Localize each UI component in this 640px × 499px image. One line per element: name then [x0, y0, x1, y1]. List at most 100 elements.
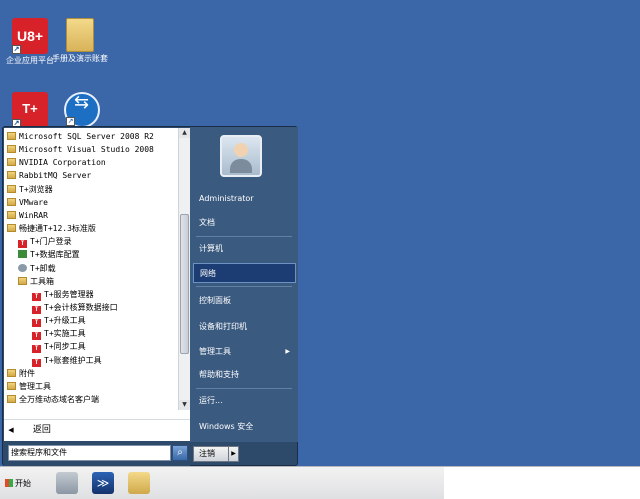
start-right-item[interactable]: 文档 [193, 213, 296, 233]
start-right-item-label: Windows 安全 [199, 422, 254, 431]
start-right-item[interactable]: 帮助和支持 [193, 365, 296, 385]
tplus-icon: T [32, 319, 41, 328]
start-label: 开始 [15, 479, 31, 488]
logoff-button[interactable]: 注销 [193, 446, 229, 462]
scroll-up-button[interactable]: ▲ [179, 128, 190, 138]
program-item[interactable]: VMware [7, 196, 48, 209]
start-button[interactable]: 开始 [2, 474, 40, 494]
programs-scrollbar[interactable]: ▲ ▼ [178, 128, 190, 410]
program-item-label: Microsoft Visual Studio 2008 [19, 145, 154, 155]
program-item[interactable]: T T+门户登录 [18, 235, 72, 249]
program-item[interactable]: Microsoft Visual Studio 2008 [7, 143, 154, 156]
folder-icon [7, 132, 16, 140]
start-right-item[interactable]: Windows 安全 [193, 417, 296, 437]
taskbar-blank-area [444, 467, 640, 499]
back-button[interactable]: ◀ 返回 [4, 419, 190, 441]
program-item-label: T+升级工具 [44, 316, 86, 326]
program-item[interactable]: T T+同步工具 [32, 340, 86, 354]
search-input[interactable]: 搜索程序和文件 [8, 445, 171, 461]
tplus-icon: T [32, 345, 41, 354]
program-item-label: T+服务管理器 [44, 289, 94, 299]
user-avatar[interactable] [220, 135, 262, 177]
scroll-down-button[interactable]: ▼ [179, 400, 190, 410]
menu-separator [196, 236, 292, 237]
windows-logo-icon [5, 479, 13, 487]
teamviewer-icon: ↗ [64, 92, 100, 128]
program-item[interactable]: T T+账套维护工具 [32, 354, 102, 367]
folder-icon [7, 224, 16, 233]
server-manager-icon[interactable] [56, 472, 78, 494]
tplus-icon: T [32, 358, 41, 367]
desktop-icon-manual[interactable]: 手册及演示账套 [50, 18, 110, 64]
program-item[interactable]: T T+实施工具 [32, 327, 86, 341]
search-icon[interactable]: ⌕ [172, 445, 188, 461]
powershell-icon[interactable]: ≫ [92, 472, 114, 494]
back-label: 返回 [32, 425, 51, 435]
program-item[interactable]: 附件 [7, 367, 35, 380]
program-item[interactable]: 工具箱 [18, 275, 54, 288]
program-item[interactable]: T T+服务管理器 [32, 288, 94, 301]
start-right-item-label: 管理工具 [199, 347, 231, 356]
start-right-item-label: 控制面板 [199, 296, 231, 305]
program-item[interactable]: T T+会计核算数据接口 [32, 301, 118, 314]
desktop-icon-tplus[interactable]: T+ ↗ [0, 92, 60, 130]
shortcut-arrow-icon: ↗ [12, 45, 21, 54]
back-arrow-icon: ◀ [8, 426, 14, 434]
folder-icon [66, 18, 94, 52]
shortcut-arrow-icon: ↗ [66, 117, 75, 126]
program-item[interactable]: Microsoft SQL Server 2008 R2 [7, 130, 154, 143]
program-item-label: T+卸载 [30, 263, 56, 273]
program-item[interactable]: T+浏览器 [7, 183, 53, 196]
submenu-arrow-icon: ▶ [285, 348, 290, 355]
desktop-icon-label: 手册及演示账套 [52, 54, 108, 63]
folder-icon [7, 368, 16, 377]
program-item-label: T+账套维护工具 [44, 355, 102, 365]
tplus-icon: T [32, 332, 41, 341]
program-item[interactable]: 全万维动态域名客户端 [7, 393, 99, 406]
program-item[interactable]: 管理工具 [7, 380, 51, 393]
tplus-icon: T [18, 240, 27, 249]
program-item-label: T+会计核算数据接口 [44, 302, 118, 312]
start-right-item-label: Administrator [199, 194, 254, 203]
start-menu-right-pane: Administrator 文档计算机网络控制面板设备和打印机管理工具 ▶ 帮助和支持… [190, 127, 298, 442]
program-item[interactable]: NVIDIA Corporation [7, 156, 106, 169]
start-right-item-label: 计算机 [199, 244, 223, 253]
folder-icon [7, 171, 16, 180]
menu-separator [196, 388, 292, 389]
start-right-item[interactable]: 控制面板 [193, 291, 296, 311]
start-right-item[interactable]: 管理工具 ▶ [193, 342, 296, 362]
start-right-item[interactable]: 网络 [193, 263, 296, 283]
start-right-item[interactable]: 计算机 [193, 239, 296, 259]
start-right-item[interactable]: 运行... [193, 391, 296, 411]
program-item[interactable]: T+卸载 [18, 262, 56, 275]
program-item-label: VMware [19, 197, 48, 207]
tplus-icon: T+ ↗ [12, 92, 48, 128]
uninstall-icon [18, 263, 27, 272]
search-area: 搜索程序和文件 ⌕ [4, 441, 190, 466]
taskbar: 开始 ≫ [0, 466, 640, 499]
program-item[interactable]: 畅捷通T+12.3标准版 [7, 222, 96, 235]
program-item[interactable]: T T+升级工具 [32, 314, 86, 328]
tplus-icon: T [32, 292, 41, 301]
menu-separator [196, 286, 292, 287]
program-item-label: T+数据库配置 [30, 250, 80, 260]
start-right-item[interactable]: Administrator [193, 189, 296, 209]
program-item-label: T+实施工具 [44, 329, 86, 339]
program-item-label: 畅捷通T+12.3标准版 [19, 224, 96, 234]
start-menu: Microsoft SQL Server 2008 R2 Microsoft Vi… [2, 126, 298, 496]
program-item-label: 工具箱 [30, 276, 54, 286]
program-item-label: T+同步工具 [44, 342, 86, 352]
desktop-icon-teamviewer[interactable]: ↗ [52, 92, 112, 130]
start-right-item[interactable]: 设备和打印机 [193, 317, 296, 337]
start-right-item-label: 帮助和支持 [199, 370, 239, 379]
program-item[interactable]: T+数据库配置 [18, 248, 80, 261]
program-item-label: 全万维动态域名客户端 [19, 395, 99, 404]
program-item[interactable]: WinRAR [7, 209, 48, 222]
program-item[interactable]: RabbitMQ Server [7, 169, 91, 182]
program-item-label: T+门户登录 [30, 237, 72, 247]
program-item-label: T+浏览器 [19, 184, 53, 194]
explorer-folder-icon[interactable] [128, 472, 150, 494]
shutdown-row: 注销 ▶ [191, 442, 298, 466]
scrollbar-thumb[interactable] [180, 214, 189, 354]
shutdown-options-arrow-icon[interactable]: ▶ [229, 446, 239, 462]
